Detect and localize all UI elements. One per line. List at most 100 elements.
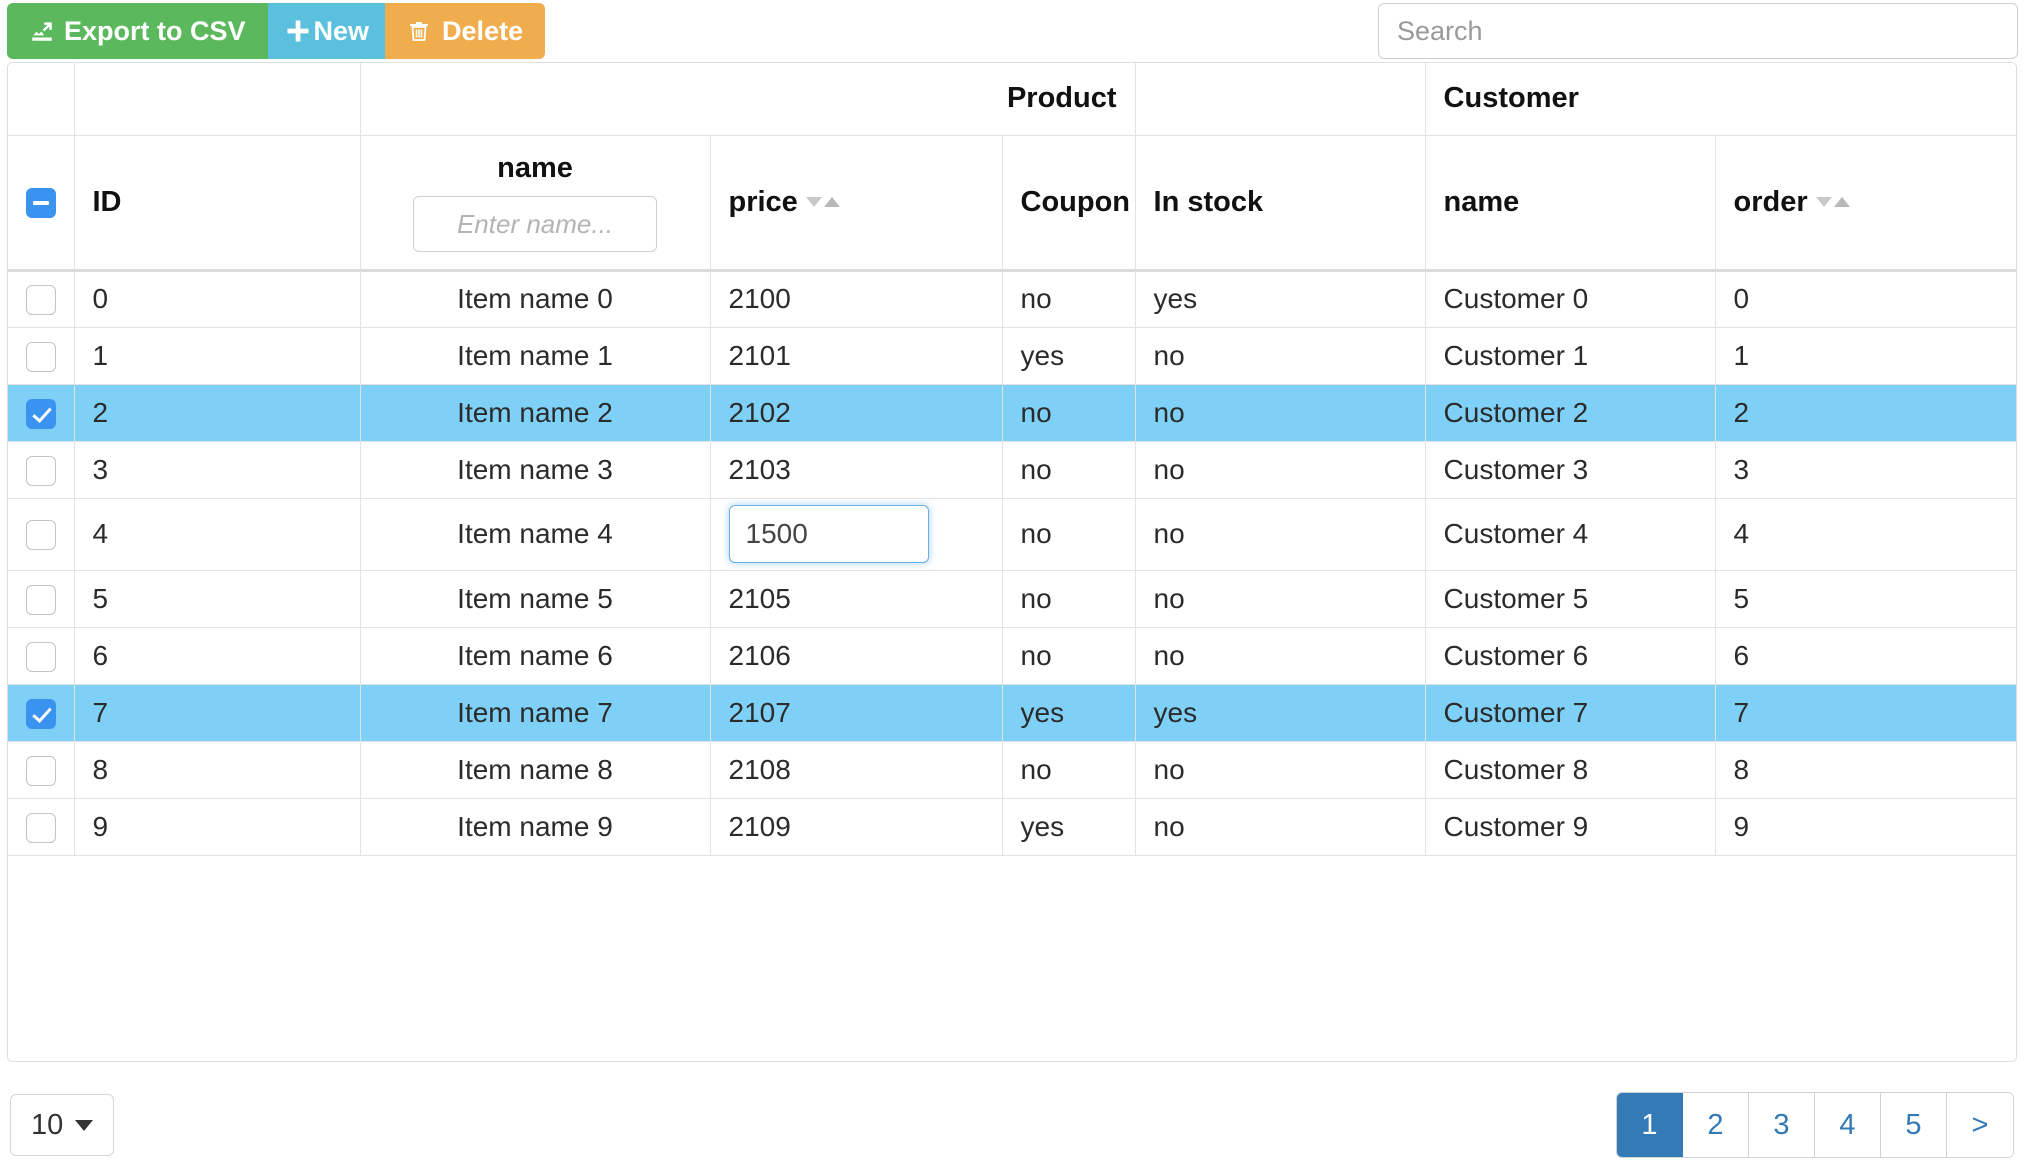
cell-id[interactable]: 1 bbox=[74, 327, 361, 385]
cell-id[interactable]: 8 bbox=[74, 741, 361, 799]
cell-product-price[interactable]: 2106 bbox=[710, 627, 1003, 685]
cell-order[interactable]: 5 bbox=[1715, 570, 2016, 628]
select-all-checkbox[interactable] bbox=[25, 187, 56, 218]
cell-customer-name[interactable]: Customer 7 bbox=[1425, 684, 1716, 742]
table-row[interactable]: 5 Item name 5 2105 no no Customer 55 bbox=[8, 570, 2016, 628]
pagination-page-4[interactable]: 4 bbox=[1815, 1093, 1881, 1157]
table-row[interactable]: 1 Item name 1 2101 yes no Customer 11 bbox=[8, 327, 2016, 385]
cell-order[interactable]: 0 bbox=[1715, 270, 2016, 328]
cell-in-stock[interactable]: no bbox=[1135, 570, 1426, 628]
cell-product-name[interactable]: Item name 4 bbox=[360, 498, 711, 571]
cell-order[interactable]: 2 bbox=[1715, 384, 2016, 442]
row-select-checkbox[interactable] bbox=[25, 755, 56, 786]
cell-in-stock[interactable]: no bbox=[1135, 441, 1426, 499]
cell-coupon[interactable]: no bbox=[1002, 384, 1136, 442]
cell-product-name[interactable]: Item name 5 bbox=[360, 570, 711, 628]
cell-coupon[interactable]: no bbox=[1002, 741, 1136, 799]
cell-coupon[interactable]: yes bbox=[1002, 684, 1136, 742]
pagination-page-1[interactable]: 1 bbox=[1617, 1093, 1683, 1157]
cell-coupon[interactable]: yes bbox=[1002, 327, 1136, 385]
name-filter-input[interactable] bbox=[413, 196, 657, 252]
cell-in-stock[interactable]: no bbox=[1135, 741, 1426, 799]
cell-in-stock[interactable]: no bbox=[1135, 798, 1426, 856]
table-row[interactable]: 9 Item name 9 2109 yes no Customer 99 bbox=[8, 798, 2016, 856]
cell-coupon[interactable]: no bbox=[1002, 570, 1136, 628]
cell-in-stock[interactable]: no bbox=[1135, 384, 1426, 442]
cell-product-price[interactable]: 2100 bbox=[710, 270, 1003, 328]
cell-coupon[interactable]: yes bbox=[1002, 798, 1136, 856]
table-row[interactable]: 6 Item name 6 2106 no no Customer 66 bbox=[8, 627, 2016, 685]
export-to-csv-button[interactable]: Export to CSV bbox=[7, 3, 268, 59]
table-row[interactable]: 8 Item name 8 2108 no no Customer 88 bbox=[8, 741, 2016, 799]
cell-in-stock[interactable]: no bbox=[1135, 498, 1426, 571]
cell-product-price[interactable]: 2109 bbox=[710, 798, 1003, 856]
pagination-next-button[interactable]: > bbox=[1947, 1093, 2013, 1157]
cell-coupon[interactable]: no bbox=[1002, 498, 1136, 571]
sort-arrows-icon[interactable] bbox=[1815, 197, 1850, 207]
row-select-checkbox[interactable] bbox=[25, 398, 56, 429]
cell-id[interactable]: 2 bbox=[74, 384, 361, 442]
cell-id[interactable]: 5 bbox=[74, 570, 361, 628]
cell-order[interactable]: 9 bbox=[1715, 798, 2016, 856]
cell-in-stock[interactable]: no bbox=[1135, 627, 1426, 685]
cell-customer-name[interactable]: Customer 4 bbox=[1425, 498, 1716, 571]
row-select-checkbox[interactable] bbox=[25, 641, 56, 672]
cell-product-price[interactable]: 2107 bbox=[710, 684, 1003, 742]
cell-order[interactable]: 8 bbox=[1715, 741, 2016, 799]
cell-product-name[interactable]: Item name 9 bbox=[360, 798, 711, 856]
column-header-order[interactable]: order bbox=[1715, 135, 2016, 272]
cell-order[interactable]: 4 bbox=[1715, 498, 2016, 571]
column-header-id[interactable]: ID bbox=[74, 135, 361, 272]
pagination-page-5[interactable]: 5 bbox=[1881, 1093, 1947, 1157]
cell-in-stock[interactable]: yes bbox=[1135, 684, 1426, 742]
table-row[interactable]: 3 Item name 3 2103 no no Customer 33 bbox=[8, 441, 2016, 499]
pagination-page-3[interactable]: 3 bbox=[1749, 1093, 1815, 1157]
column-header-name[interactable]: name bbox=[360, 135, 711, 272]
delete-button[interactable]: Delete bbox=[385, 3, 546, 59]
price-edit-input[interactable] bbox=[728, 505, 929, 563]
cell-id[interactable]: 3 bbox=[74, 441, 361, 499]
row-select-checkbox[interactable] bbox=[25, 812, 56, 843]
page-size-dropdown[interactable]: 10 bbox=[10, 1094, 115, 1156]
cell-product-name[interactable]: Item name 1 bbox=[360, 327, 711, 385]
cell-product-price[interactable]: 2101 bbox=[710, 327, 1003, 385]
cell-product-name[interactable]: Item name 7 bbox=[360, 684, 711, 742]
column-header-coupon[interactable]: Coupon bbox=[1002, 135, 1136, 272]
cell-in-stock[interactable]: yes bbox=[1135, 270, 1426, 328]
pagination-page-2[interactable]: 2 bbox=[1683, 1093, 1749, 1157]
table-row[interactable]: 4Item name 4nonoCustomer 44 bbox=[8, 498, 2016, 571]
cell-in-stock[interactable]: no bbox=[1135, 327, 1426, 385]
cell-product-name[interactable]: Item name 8 bbox=[360, 741, 711, 799]
cell-order[interactable]: 3 bbox=[1715, 441, 2016, 499]
cell-customer-name[interactable]: Customer 8 bbox=[1425, 741, 1716, 799]
column-header-price[interactable]: price bbox=[710, 135, 1003, 272]
cell-id[interactable]: 4 bbox=[74, 498, 361, 571]
row-select-checkbox[interactable] bbox=[25, 520, 56, 551]
row-select-checkbox[interactable] bbox=[25, 698, 56, 729]
cell-order[interactable]: 7 bbox=[1715, 684, 2016, 742]
cell-customer-name[interactable]: Customer 1 bbox=[1425, 327, 1716, 385]
table-row[interactable]: 2 Item name 2 2102 no no Customer 22 bbox=[8, 384, 2016, 442]
cell-product-name[interactable]: Item name 0 bbox=[360, 270, 711, 328]
cell-product-name[interactable]: Item name 6 bbox=[360, 627, 711, 685]
cell-customer-name[interactable]: Customer 2 bbox=[1425, 384, 1716, 442]
row-select-checkbox[interactable] bbox=[25, 455, 56, 486]
cell-id[interactable]: 0 bbox=[74, 270, 361, 328]
cell-id[interactable]: 9 bbox=[74, 798, 361, 856]
cell-product-price[interactable] bbox=[710, 498, 1003, 571]
column-header-customer-name[interactable]: name bbox=[1425, 135, 1716, 272]
cell-product-price[interactable]: 2103 bbox=[710, 441, 1003, 499]
table-row[interactable]: 0 Item name 0 2100 no yes Customer 00 bbox=[8, 270, 2016, 328]
cell-customer-name[interactable]: Customer 9 bbox=[1425, 798, 1716, 856]
cell-customer-name[interactable]: Customer 0 bbox=[1425, 270, 1716, 328]
cell-order[interactable]: 6 bbox=[1715, 627, 2016, 685]
cell-product-name[interactable]: Item name 2 bbox=[360, 384, 711, 442]
cell-customer-name[interactable]: Customer 5 bbox=[1425, 570, 1716, 628]
cell-coupon[interactable]: no bbox=[1002, 270, 1136, 328]
new-button[interactable]: New bbox=[267, 3, 386, 59]
cell-product-name[interactable]: Item name 3 bbox=[360, 441, 711, 499]
cell-product-price[interactable]: 2108 bbox=[710, 741, 1003, 799]
cell-product-price[interactable]: 2105 bbox=[710, 570, 1003, 628]
cell-customer-name[interactable]: Customer 3 bbox=[1425, 441, 1716, 499]
row-select-checkbox[interactable] bbox=[25, 285, 56, 316]
